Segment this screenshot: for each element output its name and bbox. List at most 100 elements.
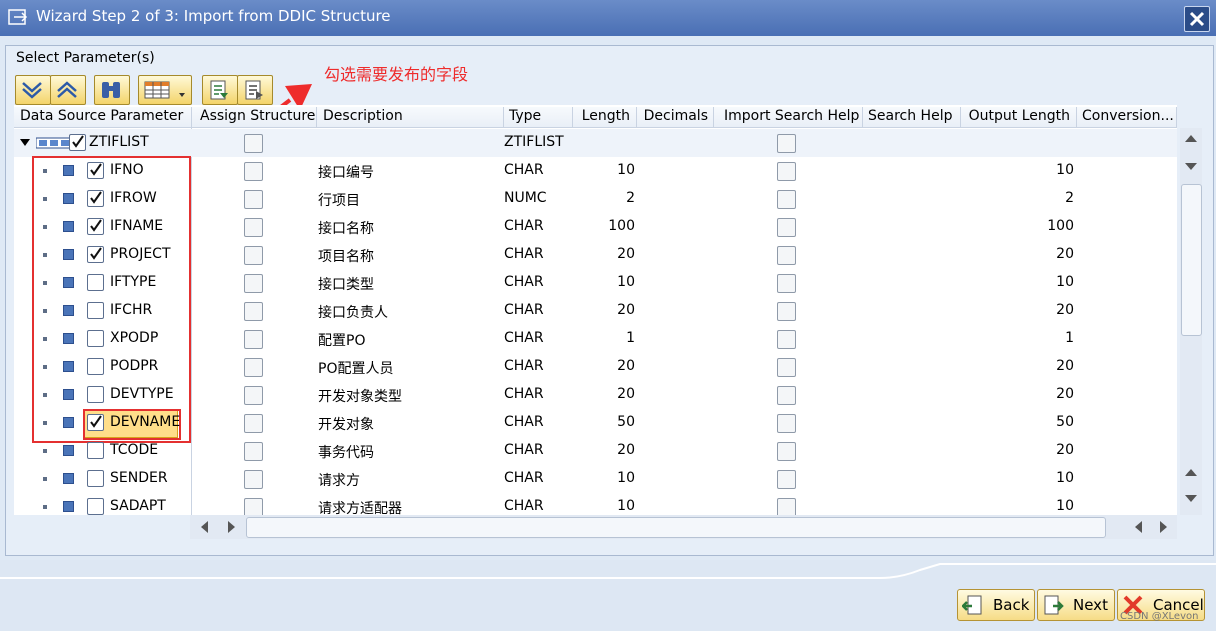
- scroll-right-icon[interactable]: [226, 521, 236, 533]
- assign-structure-checkbox[interactable]: [244, 274, 263, 293]
- assign-structure-checkbox[interactable]: [244, 358, 263, 377]
- field-length: 20: [617, 302, 635, 318]
- tree-node-dot: [43, 477, 47, 481]
- field-type: CHAR: [504, 302, 544, 318]
- root-assign-structure-checkbox[interactable]: [244, 134, 263, 153]
- field-type: CHAR: [504, 246, 544, 262]
- column-header-conversion[interactable]: Conversion...: [1077, 107, 1177, 128]
- assign-structure-checkbox[interactable]: [244, 162, 263, 181]
- field-select-checkbox[interactable]: [87, 414, 104, 431]
- scroll-right-icon[interactable]: [1158, 521, 1168, 533]
- field-select-checkbox[interactable]: [87, 470, 104, 487]
- assign-structure-checkbox[interactable]: [244, 218, 263, 237]
- horizontal-scroll-thumb[interactable]: [246, 517, 1106, 538]
- import-search-help-checkbox[interactable]: [777, 162, 796, 181]
- field-name: IFROW: [110, 190, 157, 206]
- root-row[interactable]: ZTIFLIST ZTIFLIST: [14, 129, 1177, 157]
- find-button[interactable]: [94, 75, 130, 105]
- field-description: 开发对象: [318, 417, 374, 433]
- assign-structure-checkbox[interactable]: [244, 330, 263, 349]
- scroll-down-icon[interactable]: [1185, 494, 1197, 504]
- field-output-length: 100: [1047, 218, 1074, 234]
- field-name: IFNO: [110, 162, 144, 178]
- field-select-checkbox[interactable]: [87, 274, 104, 291]
- column-header-type[interactable]: Type: [504, 107, 573, 128]
- scroll-up-icon[interactable]: [1185, 134, 1197, 144]
- field-name: IFTYPE: [110, 274, 157, 290]
- import-search-help-checkbox[interactable]: [777, 358, 796, 377]
- column-header-decimals[interactable]: Decimals: [637, 107, 714, 128]
- field-length: 10: [617, 470, 635, 486]
- assign-structure-checkbox[interactable]: [244, 246, 263, 265]
- assign-structure-checkbox[interactable]: [244, 302, 263, 321]
- table-row[interactable]: SENDER 请求方 CHAR 10 10: [14, 465, 1177, 493]
- field-icon: [63, 473, 74, 484]
- field-length: 20: [617, 246, 635, 262]
- close-button[interactable]: [1184, 6, 1210, 32]
- next-button[interactable]: Next: [1037, 589, 1115, 621]
- collapse-all-button[interactable]: [50, 75, 86, 105]
- vertical-scrollbar[interactable]: [1180, 128, 1202, 515]
- column-header-assign-structure[interactable]: Assign Structure: [192, 107, 317, 128]
- field-select-checkbox[interactable]: [87, 162, 104, 179]
- column-header-parameter[interactable]: Data Source Parameter: [14, 107, 192, 128]
- check-icon: [90, 219, 102, 232]
- import-search-help-checkbox[interactable]: [777, 190, 796, 209]
- import-search-help-checkbox[interactable]: [777, 274, 796, 293]
- layout-menu-button[interactable]: [138, 75, 192, 105]
- field-select-checkbox[interactable]: [87, 442, 104, 459]
- horizontal-scrollbar[interactable]: [190, 515, 1177, 539]
- field-select-checkbox[interactable]: [87, 302, 104, 319]
- import-search-help-checkbox[interactable]: [777, 470, 796, 489]
- field-select-checkbox[interactable]: [87, 190, 104, 207]
- expand-all-button[interactable]: [15, 75, 51, 105]
- column-header-length[interactable]: Length: [573, 107, 637, 128]
- field-select-checkbox[interactable]: [87, 386, 104, 403]
- field-type: CHAR: [504, 218, 544, 234]
- field-description: 接口类型: [318, 277, 374, 293]
- assign-structure-checkbox[interactable]: [244, 470, 263, 489]
- import-search-help-checkbox[interactable]: [777, 414, 796, 433]
- assign-structure-checkbox[interactable]: [244, 442, 263, 461]
- import-search-help-checkbox[interactable]: [777, 330, 796, 349]
- assign-structure-checkbox[interactable]: [244, 386, 263, 405]
- field-select-checkbox[interactable]: [87, 246, 104, 263]
- field-icon: [63, 501, 74, 512]
- field-length: 1: [626, 330, 635, 346]
- import-search-help-checkbox[interactable]: [777, 442, 796, 461]
- window-title: Wizard Step 2 of 3: Import from DDIC Str…: [36, 7, 391, 25]
- vertical-scroll-thumb[interactable]: [1181, 184, 1202, 336]
- scroll-down-icon[interactable]: [1185, 162, 1197, 172]
- field-type: NUMC: [504, 190, 547, 206]
- field-select-checkbox[interactable]: [87, 330, 104, 347]
- field-select-checkbox[interactable]: [87, 498, 104, 515]
- collapse-arrow-icon[interactable]: [20, 139, 30, 147]
- scroll-left-icon[interactable]: [200, 521, 210, 533]
- assign-structure-checkbox[interactable]: [244, 414, 263, 433]
- check-icon: [72, 135, 84, 148]
- root-select-checkbox[interactable]: [69, 134, 86, 151]
- import-search-help-checkbox[interactable]: [777, 302, 796, 321]
- root-import-search-help-checkbox[interactable]: [777, 134, 796, 153]
- field-output-length: 20: [1056, 302, 1074, 318]
- back-button[interactable]: Back: [957, 589, 1035, 621]
- assign-structure-checkbox[interactable]: [244, 190, 263, 209]
- import-search-help-checkbox[interactable]: [777, 386, 796, 405]
- field-select-checkbox[interactable]: [87, 358, 104, 375]
- column-header-description[interactable]: Description: [317, 107, 504, 128]
- scroll-left-icon[interactable]: [1134, 521, 1144, 533]
- import-search-help-checkbox[interactable]: [777, 218, 796, 237]
- column-header-output-length[interactable]: Output Length: [961, 107, 1077, 128]
- field-type: CHAR: [504, 498, 544, 514]
- field-output-length: 1: [1065, 330, 1074, 346]
- column-header-import-search-help[interactable]: Import Search Help: [714, 107, 863, 128]
- binoculars-icon: [102, 82, 120, 98]
- column-header-search-help[interactable]: Search Help: [863, 107, 961, 128]
- field-type: CHAR: [504, 358, 544, 374]
- close-icon: [1189, 11, 1205, 27]
- check-icon: [90, 247, 102, 260]
- field-length: 10: [617, 498, 635, 514]
- field-select-checkbox[interactable]: [87, 218, 104, 235]
- import-search-help-checkbox[interactable]: [777, 246, 796, 265]
- scroll-up-icon[interactable]: [1185, 468, 1197, 478]
